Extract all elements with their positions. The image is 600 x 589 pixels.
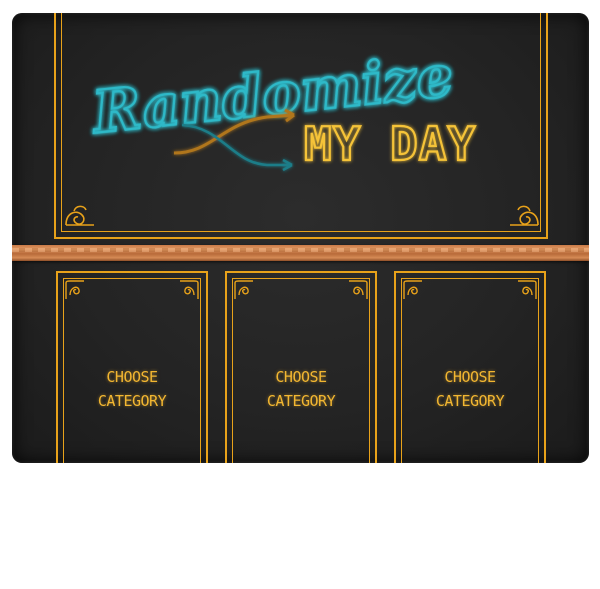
card-corner-scroll-icon — [403, 280, 422, 299]
choose-category-label: CHOOSE CATEGORY — [266, 368, 336, 410]
card-corner-scroll-icon — [349, 280, 368, 299]
card-corner-scroll-icon — [180, 280, 199, 299]
sign-scroll-left-icon — [65, 205, 94, 226]
chalkboard-panel: Randomize MY DAY CHOOSE CATEGORY CHOOSE … — [12, 13, 589, 463]
category-card-3[interactable]: CHOOSE CATEGORY — [394, 271, 546, 463]
card-corner-scroll-icon — [518, 280, 537, 299]
category-card-1[interactable]: CHOOSE CATEGORY — [56, 271, 208, 463]
neon-sign: Randomize MY DAY — [65, 40, 539, 226]
sign-scroll-right-icon — [510, 205, 539, 226]
sign-title-my-day: MY DAY — [304, 117, 476, 171]
category-card-2[interactable]: CHOOSE CATEGORY — [225, 271, 377, 463]
copper-divider-bar — [12, 245, 589, 261]
choose-category-label: CHOOSE CATEGORY — [435, 368, 505, 410]
card-corner-scroll-icon — [65, 280, 84, 299]
choose-category-label: CHOOSE CATEGORY — [97, 368, 167, 410]
app-stage: Randomize MY DAY CHOOSE CATEGORY CHOOSE … — [0, 0, 600, 589]
card-corner-scroll-icon — [234, 280, 253, 299]
